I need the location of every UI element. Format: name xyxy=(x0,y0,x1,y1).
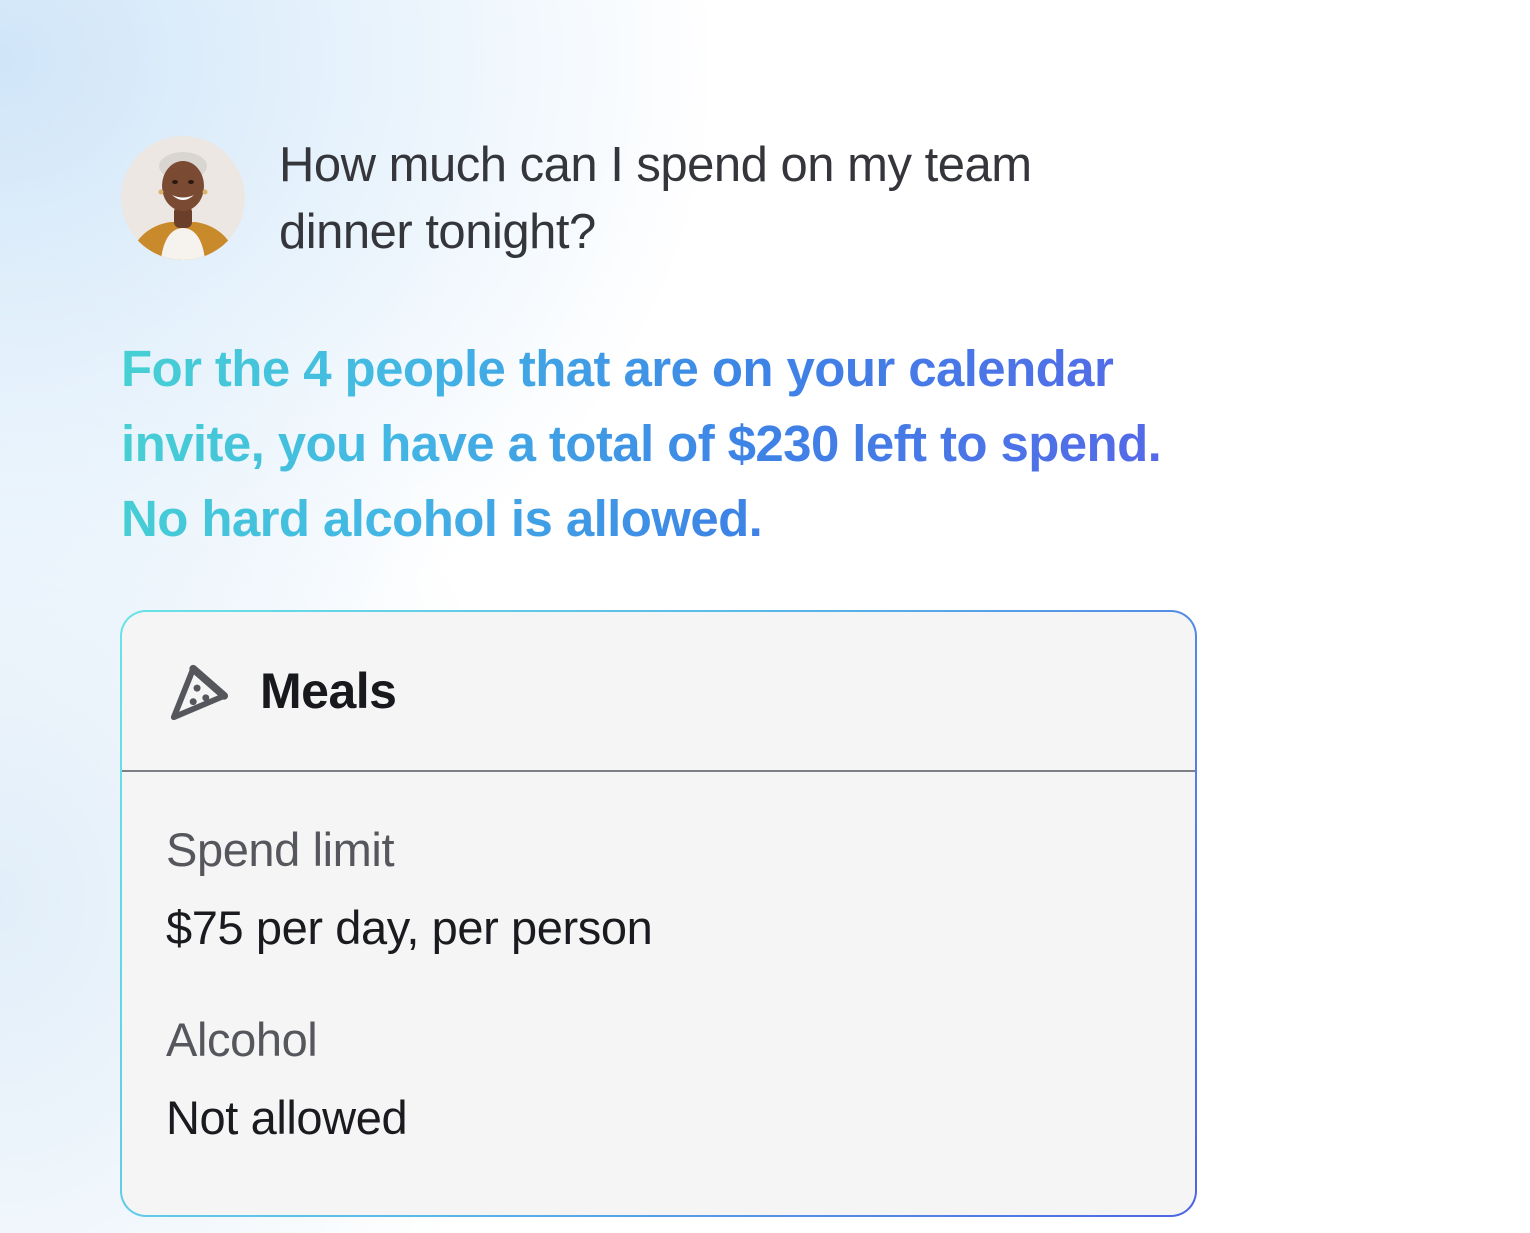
policy-card: Meals Spend limit $75 per day, per perso… xyxy=(120,610,1197,1217)
policy-card-body: Spend limit $75 per day, per person Alco… xyxy=(122,772,1195,1146)
user-question: How much can I spend on my team dinner t… xyxy=(279,138,1032,259)
assistant-answer: For the 4 people that are on your calend… xyxy=(121,331,1241,556)
user-avatar xyxy=(121,136,245,260)
alcohol-field: Alcohol Not allowed xyxy=(166,1012,1195,1146)
spend-limit-field: Spend limit $75 per day, per person xyxy=(166,822,1195,956)
pizza-slice-icon xyxy=(170,664,229,721)
user-message: How much can I spend on my team dinner t… xyxy=(121,136,1039,266)
user-avatar-photo-icon xyxy=(121,136,245,260)
policy-card-title: Meals xyxy=(260,663,397,719)
policy-card-header: Meals xyxy=(122,612,1195,772)
spend-limit-value: $75 per day, per person xyxy=(166,901,653,954)
spend-limit-label: Spend limit xyxy=(166,823,395,876)
alcohol-value: Not allowed xyxy=(166,1091,408,1144)
policy-card-inner: Meals Spend limit $75 per day, per perso… xyxy=(122,612,1195,1215)
alcohol-label: Alcohol xyxy=(166,1013,318,1066)
